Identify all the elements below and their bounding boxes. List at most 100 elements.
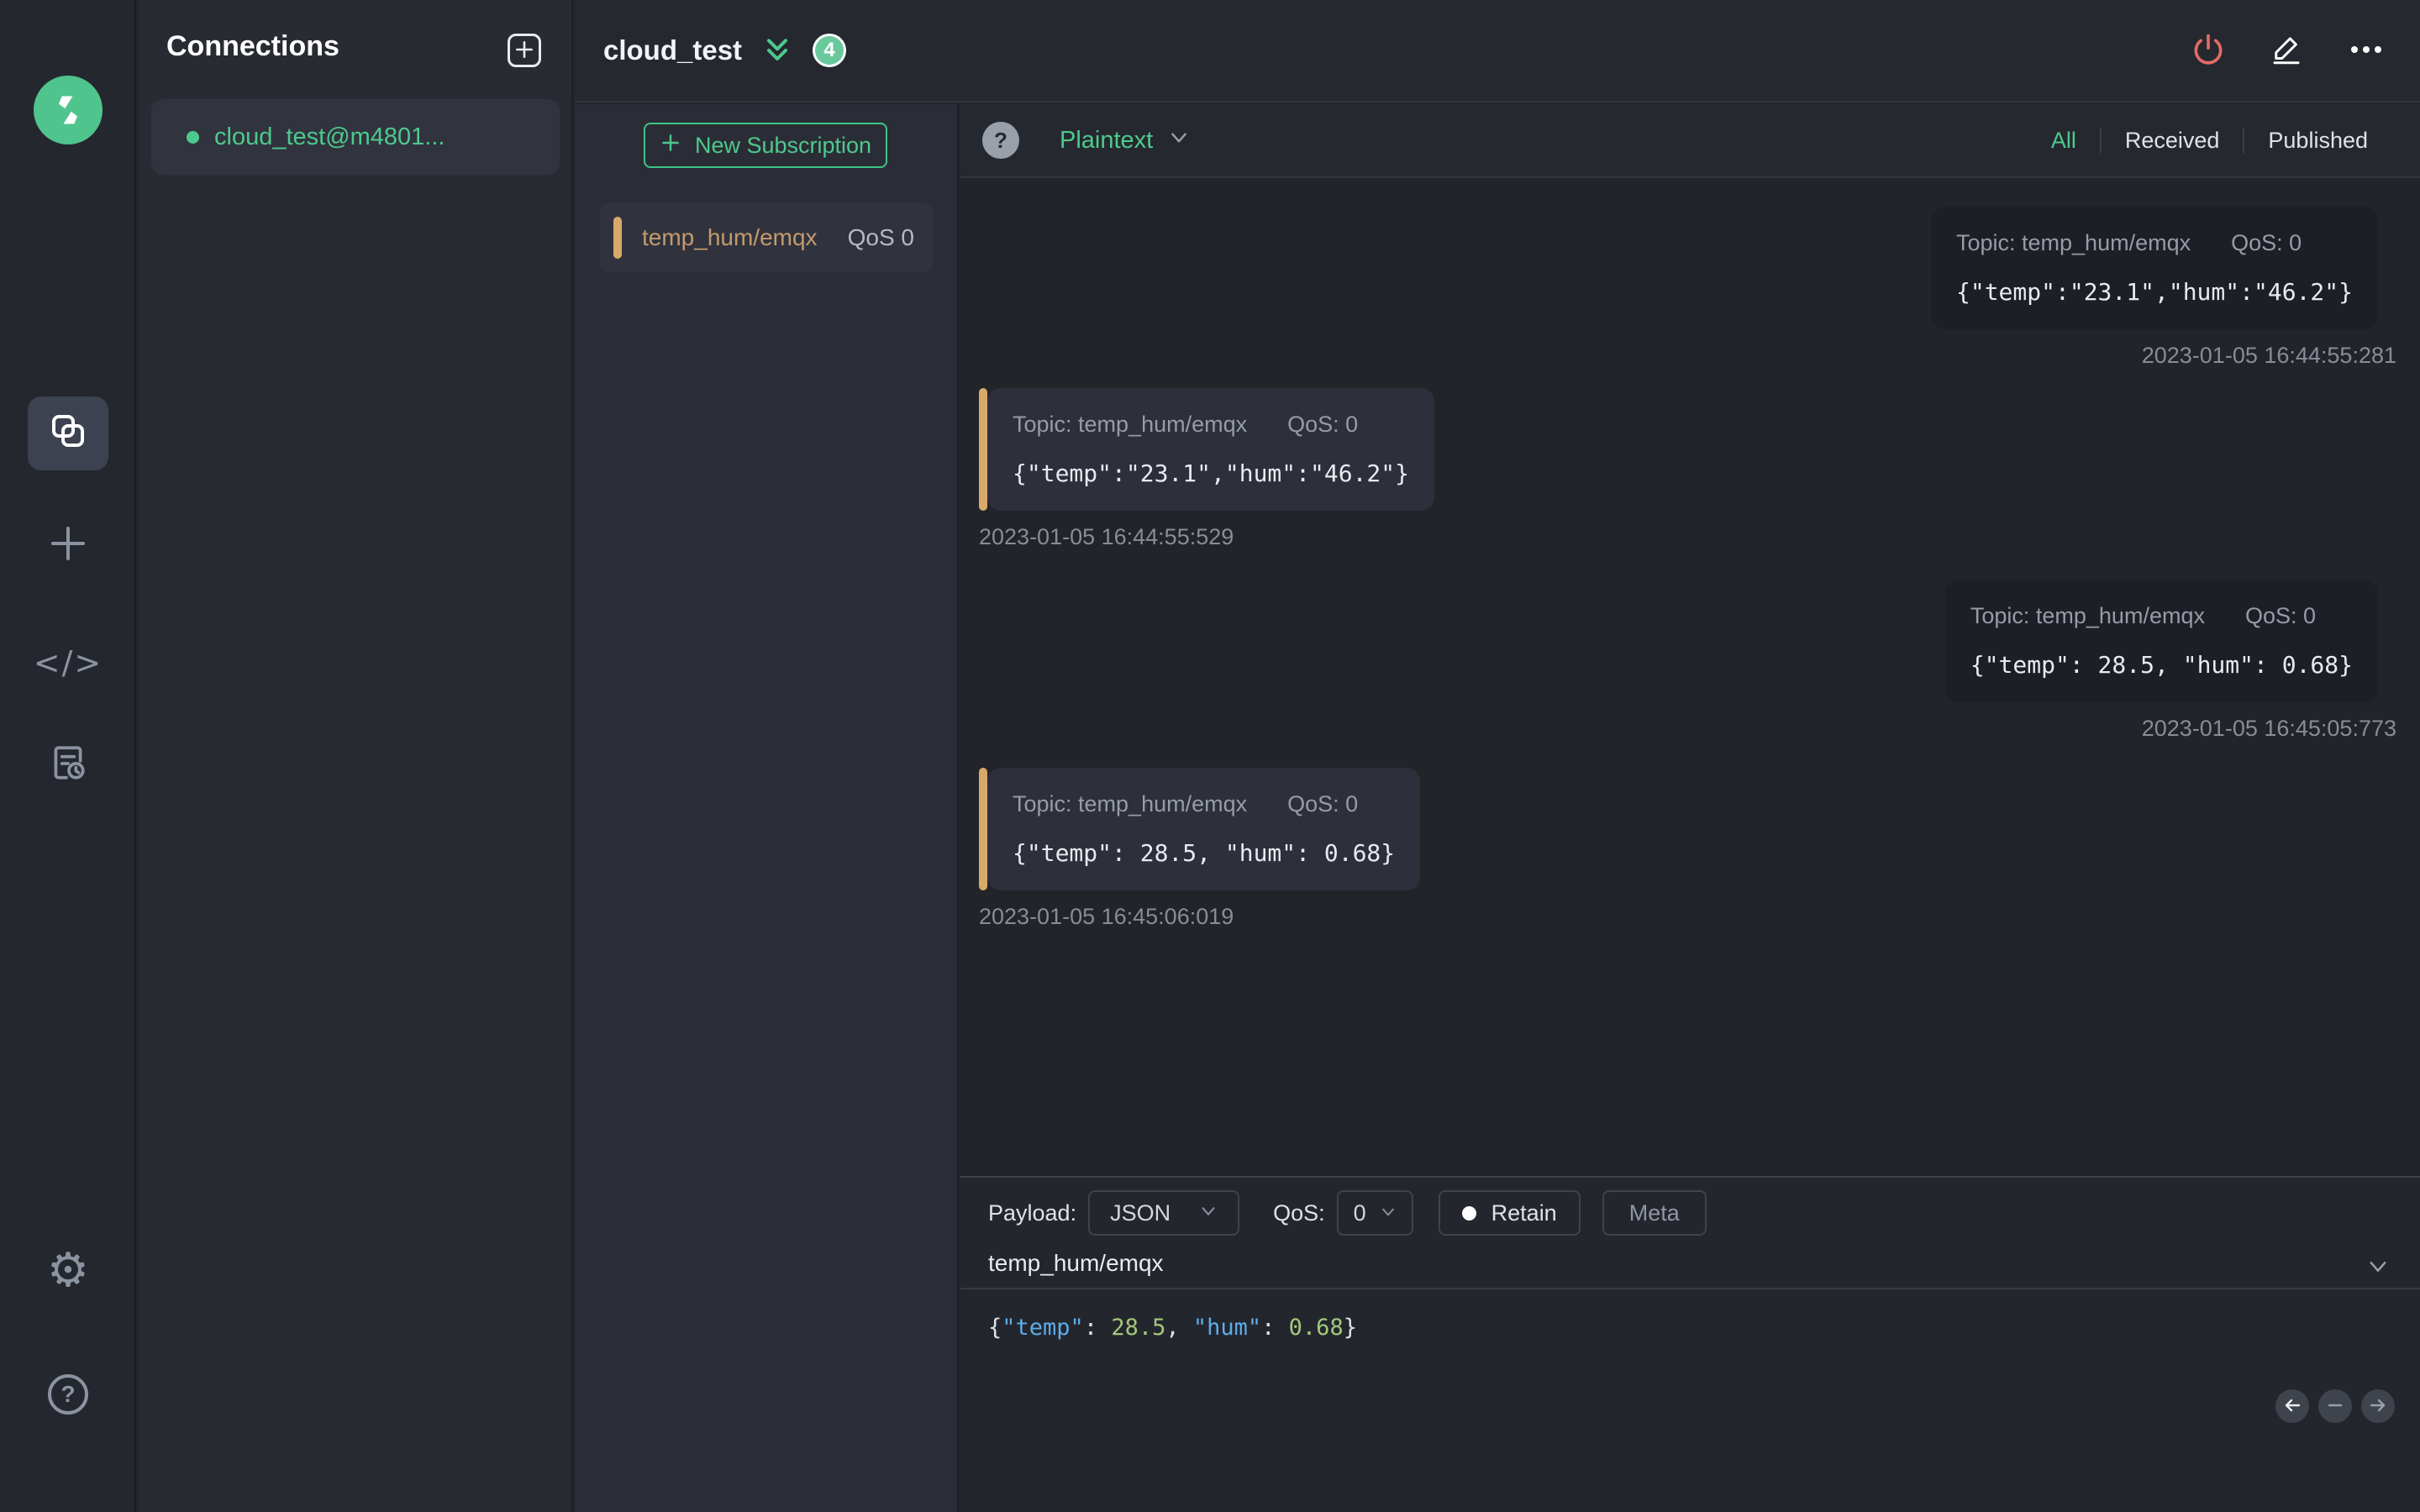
payload-label: Payload: (988, 1200, 1077, 1226)
message-payload: {"temp":"23.1","hum":"46.2"} (1955, 278, 2353, 306)
more-options-button[interactable] (2346, 29, 2386, 72)
connections-panel: Connections cloud_test@m4801... (138, 0, 573, 1512)
power-icon (2190, 31, 2227, 71)
message-bubble-wrap: Topic: temp_hum/emqx QoS: 0 {"temp":"23.… (979, 388, 1435, 511)
message-meta: Topic: temp_hum/emqx QoS: 0 (1970, 603, 2353, 629)
message-timestamp: 2023-01-05 16:44:55:281 (2141, 343, 2396, 368)
message-meta: Topic: temp_hum/emqx QoS: 0 (1013, 412, 1409, 438)
message-published: Topic: temp_hum/emqx QoS: 0 {"temp": 28.… (1944, 580, 2396, 742)
message-payload: {"temp": 28.5, "hum": 0.68} (1013, 839, 1396, 867)
message-meta: Topic: temp_hum/emqx QoS: 0 (1013, 791, 1395, 817)
message-qos: QoS: 0 (2244, 603, 2317, 628)
sidebar-item-help[interactable]: ? (0, 1373, 136, 1416)
payload-editor[interactable]: {"temp": 28.5, "hum": 0.68} (960, 1291, 2420, 1512)
message-topic: Topic: temp_hum/emqx (1013, 412, 1248, 437)
sidebar-item-connections[interactable] (28, 396, 108, 470)
connection-status-dot (187, 130, 199, 144)
subscription-color-bar (979, 388, 987, 511)
message-payload: {"temp":"23.1","hum":"46.2"} (1013, 459, 1410, 487)
mqttx-logo (34, 76, 103, 144)
tab-published[interactable]: Published (2244, 128, 2391, 154)
message-topic: Topic: temp_hum/emqx (1955, 230, 2191, 255)
topbar-actions (2190, 29, 2386, 72)
message-qos: QoS: 0 (1287, 412, 1359, 437)
retain-dot-icon (1461, 1205, 1476, 1221)
new-subscription-label: New Subscription (694, 132, 872, 158)
sidebar-item-new-connection[interactable] (0, 524, 136, 568)
tab-received[interactable]: Received (2102, 128, 2244, 154)
chevron-down-icon (1168, 127, 1190, 155)
messages-header: ? Plaintext All Received Published (960, 104, 2420, 178)
message-topic: Topic: temp_hum/emqx (1970, 603, 2205, 628)
settings-icon: ⚙ (46, 1243, 90, 1298)
sidebar-item-script[interactable]: </> (0, 641, 136, 685)
connection-list-item[interactable]: cloud_test@m4801... (151, 99, 560, 175)
mqttx-app-window: </> ⚙ ? Connections cloud_test@m4801... … (0, 0, 2420, 1512)
arrow-right-icon (2368, 1395, 2388, 1418)
messages-pane: ? Plaintext All Received Published Topic… (960, 104, 2420, 1512)
payload-format-help-icon[interactable]: ? (982, 122, 1019, 159)
payload-format-value: Plaintext (1060, 126, 1154, 154)
ellipsis-icon (2346, 29, 2386, 72)
subscription-topic: temp_hum/emqx (642, 224, 818, 250)
subscription-qos: QoS 0 (847, 224, 914, 250)
message-timestamp: 2023-01-05 16:44:55:529 (979, 524, 1234, 549)
connections-title: Connections (166, 30, 339, 62)
script-icon: </> (33, 644, 103, 681)
payload-code: {"temp": 28.5, "hum": 0.68} (988, 1315, 1357, 1341)
history-prev-button[interactable] (2275, 1389, 2309, 1423)
history-next-button[interactable] (2361, 1389, 2395, 1423)
qos-dropdown[interactable]: 0 (1336, 1190, 1413, 1236)
meta-button[interactable]: Meta (1602, 1190, 1707, 1236)
publish-toolbar: Payload: JSON QoS: 0 Retain Meta (988, 1190, 1707, 1236)
topic-value: temp_hum/emqx (988, 1250, 1164, 1276)
message-published: Topic: temp_hum/emqx QoS: 0 {"temp":"23.… (1930, 207, 2396, 369)
retain-label: Retain (1491, 1200, 1557, 1226)
message-filter-tabs: All Received Published (2028, 128, 2391, 154)
message-bubble-wrap: Topic: temp_hum/emqx QoS: 0 {"temp": 28.… (979, 768, 1421, 890)
message-topic: Topic: temp_hum/emqx (1013, 791, 1248, 816)
add-connection-button[interactable] (508, 34, 541, 67)
connection-topbar: cloud_test 4 (575, 0, 2420, 102)
connection-name: cloud_test@m4801... (214, 123, 445, 150)
message-meta: Topic: temp_hum/emqx QoS: 0 (1956, 230, 2353, 256)
payload-format-dropdown[interactable]: JSON (1088, 1190, 1240, 1236)
collapse-double-chevron-icon[interactable] (760, 34, 794, 67)
history-controls (2275, 1389, 2395, 1423)
connections-header: Connections (138, 0, 571, 92)
chevron-down-icon[interactable] (2366, 1255, 2390, 1284)
message-timestamp: 2023-01-05 16:45:06:019 (979, 904, 1234, 929)
connections-icon (48, 411, 88, 457)
message-count-badge: 4 (813, 34, 847, 67)
message-bubble: Topic: temp_hum/emqx QoS: 0 {"temp": 28.… (987, 768, 1421, 890)
new-subscription-button[interactable]: New Subscription (644, 123, 887, 168)
edit-connection-button[interactable] (2269, 32, 2304, 70)
clear-payload-button[interactable] (2318, 1389, 2352, 1423)
connection-title: cloud_test (603, 34, 743, 66)
message-list[interactable]: Topic: temp_hum/emqx QoS: 0 {"temp":"23.… (960, 180, 2420, 1176)
plus-icon (660, 132, 681, 160)
sidebar-item-log[interactable] (0, 743, 136, 787)
payload-format-select[interactable]: Plaintext (1060, 127, 1190, 155)
log-icon (47, 742, 89, 790)
publish-panel: Payload: JSON QoS: 0 Retain Meta temp_hu… (960, 1176, 2420, 1512)
qos-selected: 0 (1353, 1200, 1366, 1226)
subscription-item[interactable]: temp_hum/emqx QoS 0 (600, 203, 933, 272)
chevron-down-icon (1380, 1200, 1397, 1226)
payload-format-selected: JSON (1110, 1200, 1171, 1226)
chevron-down-icon (1199, 1200, 1218, 1226)
help-icon: ? (48, 1374, 88, 1415)
subscriptions-panel: New Subscription temp_hum/emqx QoS 0 (575, 104, 959, 1512)
tab-all[interactable]: All (2028, 128, 2100, 154)
sidebar-item-settings[interactable]: ⚙ (0, 1247, 136, 1294)
left-icon-rail: </> ⚙ ? (0, 0, 136, 1512)
message-bubble: Topic: temp_hum/emqx QoS: 0 {"temp":"23.… (1930, 207, 2378, 329)
subscription-color-bar (613, 217, 622, 259)
retain-toggle[interactable]: Retain (1438, 1190, 1581, 1236)
topic-input[interactable]: temp_hum/emqx (960, 1243, 2420, 1289)
subscription-color-bar (979, 768, 987, 890)
message-bubble: Topic: temp_hum/emqx QoS: 0 {"temp": 28.… (1944, 580, 2378, 702)
meta-label: Meta (1628, 1200, 1680, 1226)
minus-icon (2325, 1395, 2345, 1418)
disconnect-button[interactable] (2190, 31, 2227, 71)
